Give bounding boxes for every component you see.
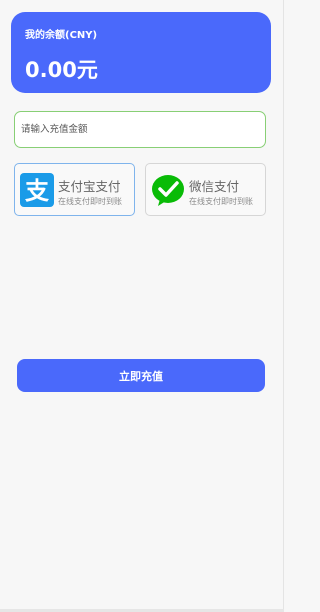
amount-input[interactable] xyxy=(14,111,266,148)
payment-option-subtitle: 在线支付即时到账 xyxy=(189,197,253,206)
balance-card: 我的余额(CNY) 0.00元 xyxy=(11,12,271,93)
svg-text:支: 支 xyxy=(25,177,50,205)
recharge-submit-button[interactable]: 立即充值 xyxy=(17,359,265,392)
balance-value: 0.00元 xyxy=(25,58,98,82)
payment-option-wechat[interactable]: 微信支付 在线支付即时到账 xyxy=(145,163,266,216)
alipay-icon: 支 xyxy=(20,173,54,207)
payment-option-title: 微信支付 xyxy=(189,179,240,194)
payment-option-subtitle: 在线支付即时到账 xyxy=(58,197,122,206)
wechat-pay-icon xyxy=(152,175,184,206)
payment-option-title: 支付宝支付 xyxy=(58,179,121,194)
balance-label: 我的余额(CNY) xyxy=(25,30,98,41)
recharge-page: 我的余额(CNY) 0.00元 支 支付宝支付 在线支付即时到账 微信支付 在线… xyxy=(0,0,284,612)
payment-option-alipay[interactable]: 支 支付宝支付 在线支付即时到账 xyxy=(14,163,135,216)
